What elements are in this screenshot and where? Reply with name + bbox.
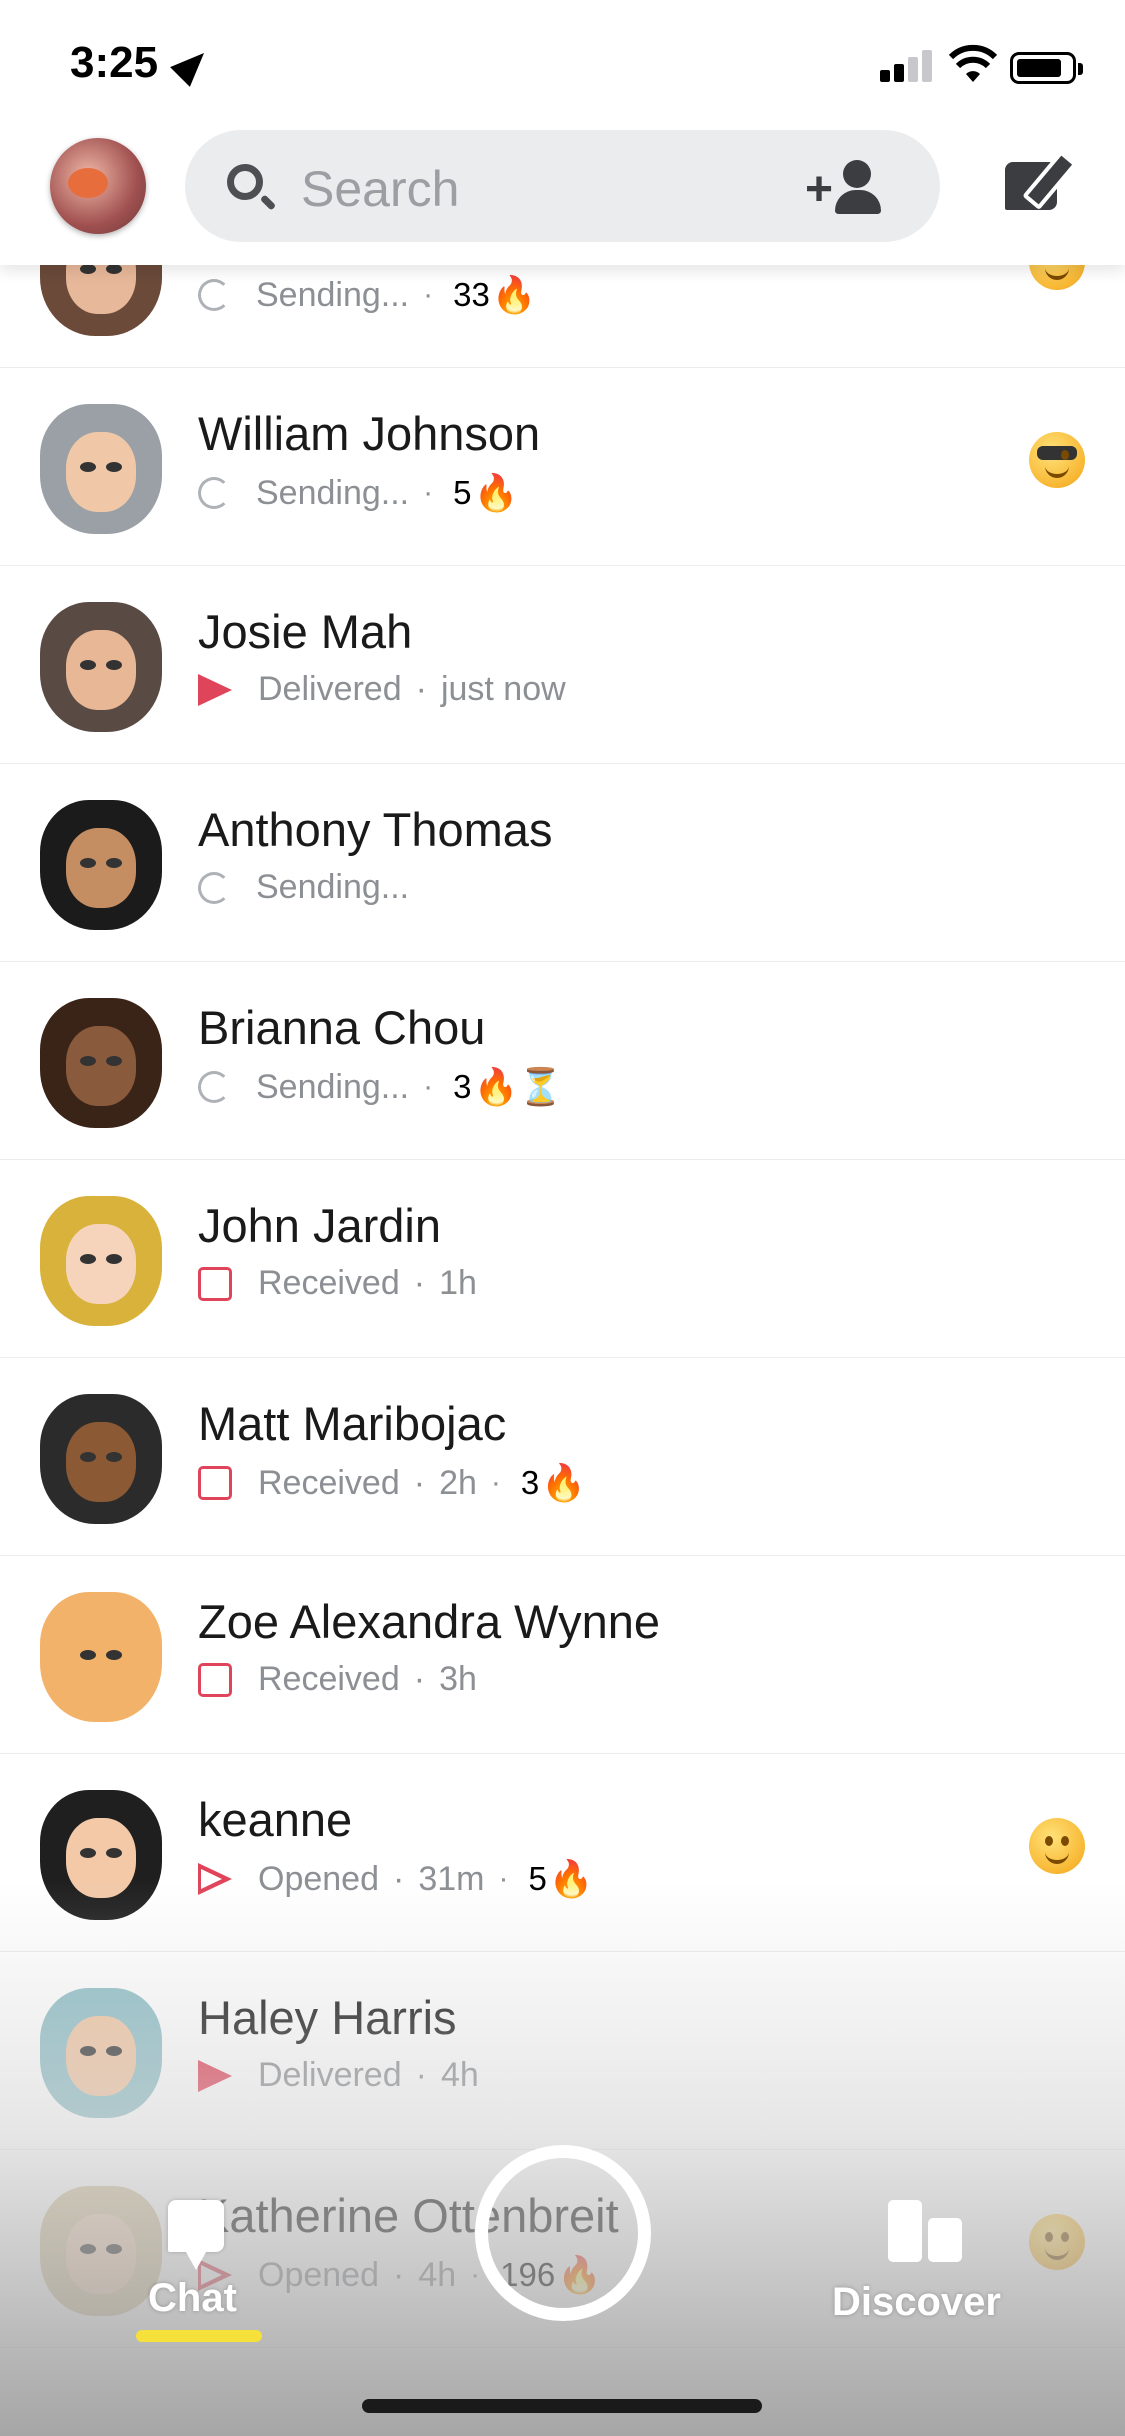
friend-avatar[interactable]	[40, 998, 162, 1128]
chat-row[interactable]: keanne Opened · 31m · 5 🔥	[0, 1754, 1125, 1952]
friend-avatar[interactable]	[40, 1988, 162, 2118]
chat-status: Sending... · 5 🔥	[198, 472, 518, 514]
discover-icon	[888, 2200, 922, 2262]
friend-avatar[interactable]	[40, 1790, 162, 1920]
search-icon	[227, 164, 263, 200]
received-square-icon	[198, 1266, 232, 1301]
received-square-icon	[198, 1466, 232, 1500]
status-time: 3h	[439, 1660, 477, 1698]
status-text: Sending...	[256, 868, 410, 906]
streak-emoji: 🔥	[473, 472, 519, 513]
streak-count: 3	[520, 1464, 540, 1501]
friend-avatar[interactable]	[40, 1592, 162, 1722]
status-text: Sending...	[256, 1067, 410, 1106]
search-placeholder: Search	[301, 161, 460, 217]
new-chat-icon[interactable]	[1005, 149, 1078, 222]
location-arrow-icon	[170, 43, 214, 87]
friend-emoji-smile-icon	[1029, 1818, 1085, 1874]
friend-name: keanne	[198, 1793, 353, 1846]
bottom-navigation: Chat Discover	[0, 2140, 1125, 2436]
tab-discover[interactable]: Discover	[830, 2200, 1030, 2330]
search-bar[interactable]: Search +	[185, 130, 940, 242]
friend-name: Zoe Alexandra Wynne	[198, 1595, 661, 1648]
friend-name: Haley Harris	[198, 1991, 457, 2044]
sending-spinner-icon	[198, 871, 230, 904]
streak-emoji: 🔥⏳	[473, 1066, 564, 1107]
status-text: Sending...	[256, 473, 410, 512]
delivered-arrow-icon	[198, 2059, 232, 2092]
status-bar: 3:25	[0, 0, 1125, 130]
streak-emoji: 🔥	[541, 1462, 587, 1503]
friend-name: Brianna Chou	[198, 1001, 486, 1054]
profile-avatar[interactable]	[50, 138, 146, 234]
streak-count: 5	[528, 1860, 547, 1897]
chat-status: Received · 3h	[198, 1660, 477, 1699]
chat-status: Sending... · 3 🔥⏳	[198, 1066, 563, 1108]
friend-avatar[interactable]	[40, 1394, 162, 1524]
status-time: 3:25	[70, 38, 159, 87]
sending-spinner-icon	[198, 1071, 230, 1103]
friend-avatar[interactable]	[40, 1196, 162, 1326]
friend-name: Anthony Thomas	[198, 803, 553, 856]
received-square-icon	[198, 1662, 232, 1697]
streak-count: 5	[453, 474, 472, 511]
battery-icon	[1010, 52, 1083, 84]
chat-bubble-icon	[168, 2200, 224, 2270]
cellular-signal-icon	[880, 48, 936, 82]
friend-name: William Johnson	[198, 407, 541, 460]
status-text: Delivered	[258, 2056, 402, 2094]
status-text: Received	[258, 1660, 400, 1698]
add-friend-icon[interactable]: +	[805, 158, 885, 218]
status-time: 2h	[439, 1463, 477, 1502]
friend-name: Josie Mah	[198, 605, 413, 658]
sending-spinner-icon	[198, 279, 230, 311]
streak-count: 3	[453, 1068, 472, 1105]
wifi-icon	[948, 44, 998, 82]
chat-status: Received · 2h · 3 🔥	[198, 1462, 586, 1504]
chat-header: Search +	[0, 120, 1125, 265]
home-indicator	[362, 2399, 762, 2413]
tab-chat-label: Chat	[148, 2276, 237, 2320]
chat-status: Sending...	[198, 868, 409, 907]
chat-status: Delivered · just now	[198, 670, 566, 709]
status-time: just now	[440, 670, 566, 708]
chat-row[interactable]: Josie Mah Delivered · just now	[0, 566, 1125, 764]
status-time: 4h	[440, 2056, 479, 2094]
tab-discover-label: Discover	[832, 2280, 1001, 2324]
friend-avatar[interactable]	[40, 800, 162, 930]
chat-status: Opened · 31m · 5 🔥	[198, 1858, 594, 1900]
tab-chat[interactable]: Chat	[132, 2200, 262, 2342]
status-text: Received	[258, 1463, 400, 1502]
chat-row[interactable]: Haley Harris Delivered · 4h	[0, 1952, 1125, 2150]
status-text: Sending...	[256, 275, 410, 314]
chat-status: Sending... · 33 🔥	[198, 274, 537, 316]
friend-name: Matt Maribojac	[198, 1397, 507, 1450]
streak-emoji: 🔥	[548, 1858, 594, 1899]
chat-row[interactable]: John Jardin Received · 1h	[0, 1160, 1125, 1358]
friend-emoji-sunglasses-icon	[1029, 432, 1085, 488]
opened-arrow-icon	[198, 1863, 232, 1895]
streak-emoji: 🔥	[491, 274, 537, 315]
chat-status: Received · 1h	[198, 1264, 477, 1303]
status-text: Received	[258, 1264, 400, 1302]
tab-chat-indicator	[136, 2330, 262, 2342]
chat-status: Delivered · 4h	[198, 2056, 479, 2095]
camera-button[interactable]	[475, 2145, 651, 2321]
friend-name: John Jardin	[198, 1199, 441, 1252]
chat-row[interactable]: Anthony Thomas Sending...	[0, 764, 1125, 962]
status-time: 31m	[418, 1859, 485, 1898]
status-text: Delivered	[258, 670, 402, 708]
chat-row[interactable]: Brianna Chou Sending... · 3 🔥⏳	[0, 962, 1125, 1160]
status-text: Opened	[258, 1859, 379, 1898]
chat-row[interactable]: Matt Maribojac Received · 2h · 3 🔥	[0, 1358, 1125, 1556]
streak-count: 33	[453, 276, 490, 313]
delivered-arrow-icon	[198, 673, 232, 706]
friend-avatar[interactable]	[40, 602, 162, 732]
status-time: 1h	[439, 1264, 477, 1302]
chat-row[interactable]: William Johnson Sending... · 5 🔥	[0, 368, 1125, 566]
friend-avatar[interactable]	[40, 404, 162, 534]
chat-row[interactable]: Zoe Alexandra Wynne Received · 3h	[0, 1556, 1125, 1754]
sending-spinner-icon	[198, 477, 230, 509]
